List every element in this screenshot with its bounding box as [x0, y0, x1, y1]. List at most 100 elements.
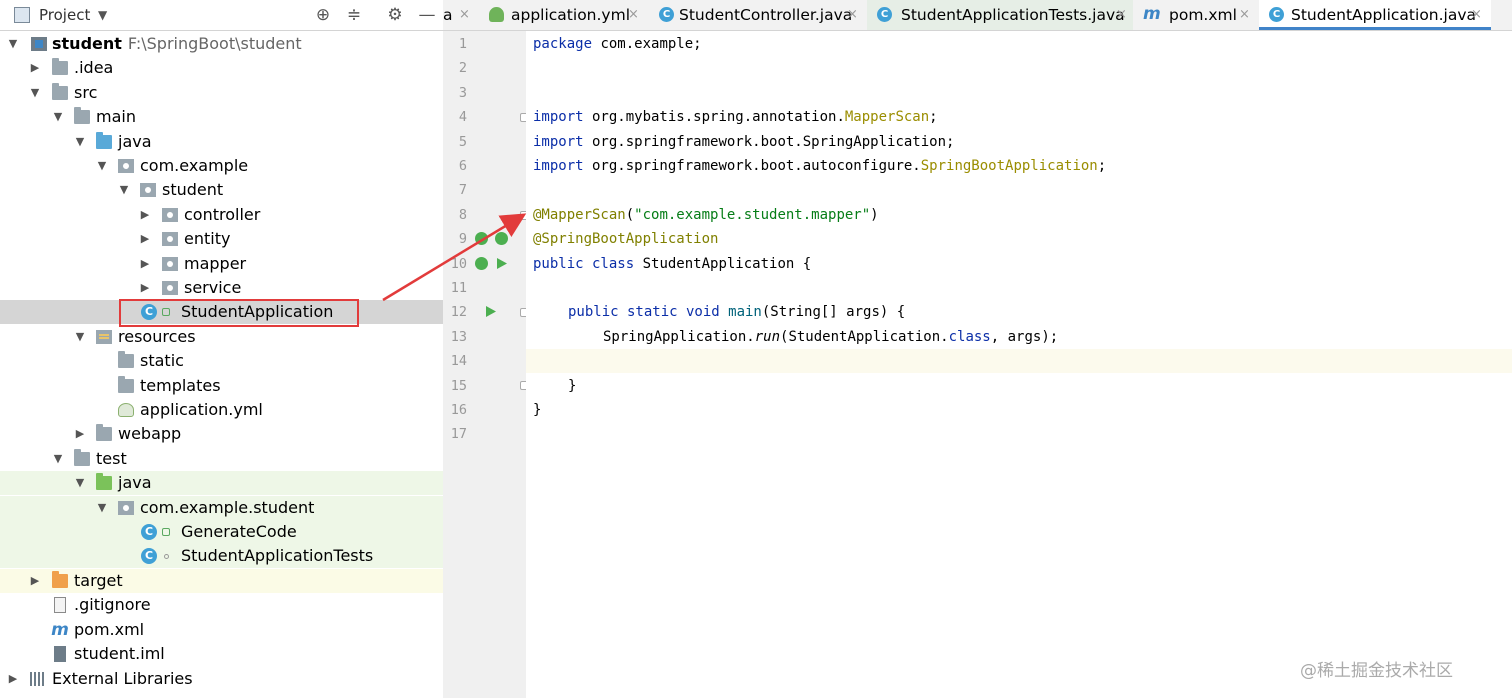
package-icon [140, 183, 156, 197]
tree-item-label: application.yml [140, 400, 263, 419]
tree-item-gitignore[interactable]: .gitignore [0, 593, 443, 617]
tree-item-templates[interactable]: templates [0, 374, 443, 398]
tree-item-label: service [184, 278, 242, 297]
expand-arrow-icon[interactable]: ▶ [138, 227, 152, 251]
expand-arrow-icon[interactable]: ▼ [73, 471, 87, 495]
tree-item-label: test [96, 449, 127, 468]
spring-bean-icon[interactable] [475, 257, 488, 270]
line-number: 13 [450, 329, 467, 345]
tree-item-pom-xml[interactable]: m pom.xml [0, 618, 443, 642]
folder-icon [118, 376, 134, 393]
tree-item-controller[interactable]: ▶ controller [0, 203, 443, 227]
resources-folder-icon [96, 330, 112, 344]
close-icon[interactable]: × [628, 0, 639, 30]
tree-item-label: webapp [118, 424, 182, 443]
tree-item-com-example[interactable]: ▼ com.example [0, 154, 443, 178]
package-icon [118, 159, 134, 173]
package-icon [162, 281, 178, 295]
line-number: 2 [458, 60, 467, 76]
close-icon[interactable]: × [1471, 0, 1482, 30]
tree-item-resources[interactable]: ▼ resources [0, 325, 443, 349]
expand-arrow-icon[interactable]: ▼ [117, 178, 131, 202]
expand-arrow-icon[interactable]: ▶ [28, 56, 42, 80]
tab-student-controller[interactable]: C StudentController.java × [657, 0, 863, 30]
expand-arrow-icon[interactable]: ▼ [73, 130, 87, 154]
tree-item-main[interactable]: ▼ main [0, 105, 443, 129]
code-line-8: @MapperScan("com.example.student.mapper"… [533, 207, 879, 223]
line-number: 9 [458, 231, 467, 247]
tab-application-yml[interactable]: application.yml × [489, 0, 649, 30]
tree-item-generate-code[interactable]: C GenerateCode [0, 520, 443, 544]
expand-arrow-icon[interactable]: ▼ [51, 447, 65, 471]
close-icon[interactable]: × [459, 0, 470, 30]
expand-arrow-icon[interactable]: ▶ [138, 203, 152, 227]
tree-item-label: StudentApplicationTests [181, 546, 374, 565]
close-icon[interactable]: × [1239, 0, 1250, 30]
line-number: 17 [450, 426, 467, 442]
spring-bean-icon[interactable] [495, 232, 508, 245]
yml-file-icon [118, 403, 134, 417]
minimize-icon[interactable]: — [416, 4, 438, 26]
tree-item-student-module[interactable]: ▼ student F:\SpringBoot\student [0, 32, 443, 56]
package-private-icon [164, 554, 169, 559]
tree-item-label: java [118, 132, 152, 151]
expand-arrow-icon[interactable]: ▼ [28, 81, 42, 105]
tree-item-java[interactable]: ▼ java [0, 130, 443, 154]
tree-item-label: GenerateCode [181, 522, 297, 541]
tree-item-service[interactable]: ▶ service [0, 276, 443, 300]
tree-item-external-libraries[interactable]: ▶ External Libraries [0, 667, 443, 691]
expand-arrow-icon[interactable]: ▼ [95, 154, 109, 178]
expand-arrow-icon[interactable]: ▶ [28, 569, 42, 593]
tree-item-mapper[interactable]: ▶ mapper [0, 252, 443, 276]
tab-pom-xml[interactable]: m pom.xml × [1137, 0, 1255, 30]
tree-item-idea[interactable]: ▶ .idea [0, 56, 443, 80]
expand-arrow-icon[interactable]: ▶ [138, 252, 152, 276]
tree-item-application-yml[interactable]: application.yml [0, 398, 443, 422]
close-icon[interactable]: × [1116, 0, 1127, 30]
test-class-icon: C [141, 548, 157, 564]
expand-arrow-icon[interactable]: ▶ [138, 276, 152, 300]
run-icon[interactable] [497, 258, 507, 269]
run-icon[interactable] [486, 306, 496, 317]
spring-bean-icon[interactable] [475, 232, 488, 245]
expand-arrow-icon[interactable]: ▼ [6, 32, 20, 56]
tab-truncated[interactable]: a × [443, 0, 481, 30]
expand-arrow-icon[interactable]: ▼ [51, 105, 65, 129]
project-view-title[interactable]: Project [39, 0, 90, 30]
libraries-icon [30, 672, 46, 686]
tree-item-student-application-tests[interactable]: C StudentApplicationTests [0, 544, 443, 568]
chevron-down-icon[interactable]: ▼ [98, 0, 107, 30]
folder-icon [52, 58, 68, 75]
expand-arrow-icon[interactable]: ▼ [95, 496, 109, 520]
test-class-icon: C [877, 7, 892, 22]
tree-item-src[interactable]: ▼ src [0, 81, 443, 105]
code-line-13: SpringApplication.run(StudentApplication… [603, 329, 1059, 345]
tree-item-student-package[interactable]: ▼ student [0, 178, 443, 202]
locate-icon[interactable]: ⊕ [312, 4, 334, 26]
expand-arrow-icon[interactable]: ▶ [73, 422, 87, 446]
tree-item-target[interactable]: ▶ target [0, 569, 443, 593]
code-line-6: import org.springframework.boot.autoconf… [533, 158, 1107, 174]
tree-item-webapp[interactable]: ▶ webapp [0, 422, 443, 446]
tree-item-label: student.iml [74, 644, 165, 663]
close-icon[interactable]: × [847, 0, 858, 30]
tab-student-application[interactable]: C StudentApplication.java × [1259, 0, 1491, 30]
source-folder-icon [96, 132, 112, 149]
line-number: 10 [450, 256, 467, 272]
gear-icon[interactable]: ⚙ [384, 4, 406, 26]
collapse-icon[interactable]: ≑ [343, 4, 365, 26]
tree-item-student-iml[interactable]: student.iml [0, 642, 443, 666]
tree-item-label: .gitignore [74, 595, 151, 614]
expand-arrow-icon[interactable]: ▶ [6, 667, 20, 691]
tree-item-test[interactable]: ▼ test [0, 447, 443, 471]
tree-item-com-example-student[interactable]: ▼ com.example.student [0, 496, 443, 520]
project-view-icon [14, 7, 30, 23]
expand-arrow-icon[interactable]: ▼ [73, 325, 87, 349]
tree-item-entity[interactable]: ▶ entity [0, 227, 443, 251]
tab-label: StudentApplicationTests.java [901, 6, 1125, 24]
tree-item-static[interactable]: static [0, 349, 443, 373]
tab-label: pom.xml [1169, 6, 1237, 24]
tab-student-application-tests[interactable]: C StudentApplicationTests.java × [867, 0, 1133, 30]
code-editor[interactable]: package com.example; import org.mybatis.… [526, 31, 1512, 698]
tree-item-test-java[interactable]: ▼ java [0, 471, 443, 495]
